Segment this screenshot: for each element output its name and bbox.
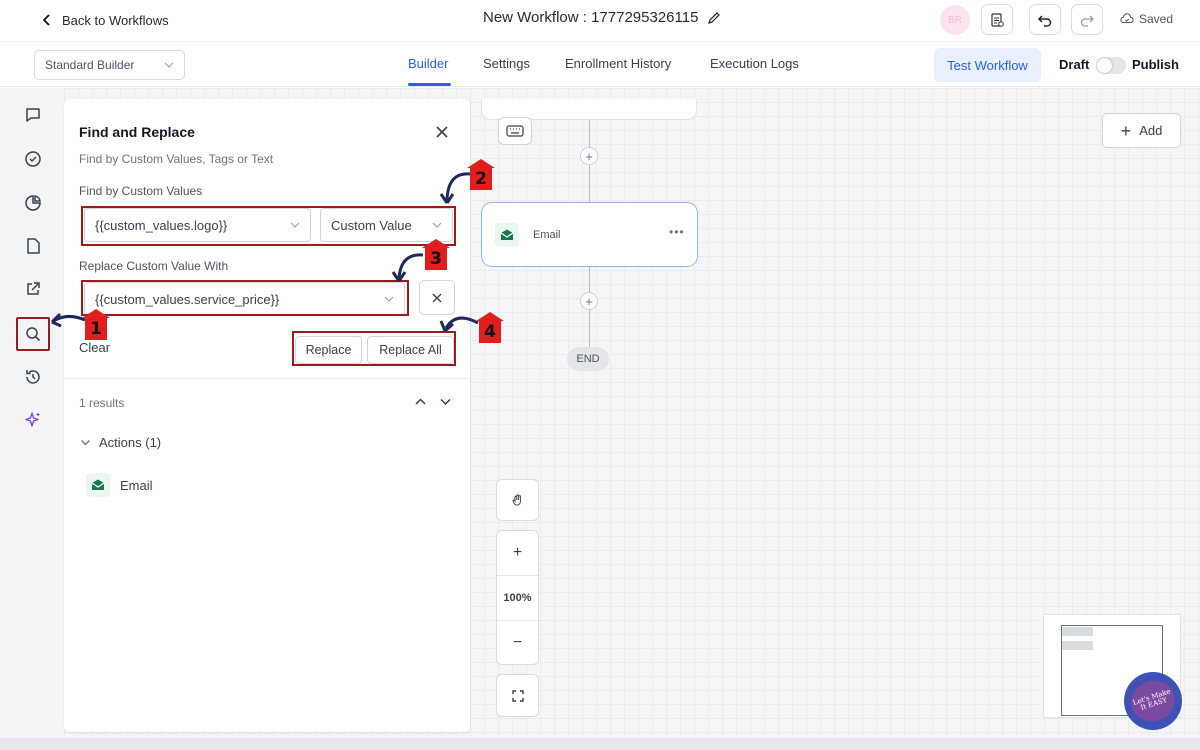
zoom-out-button[interactable]: − <box>497 621 538 665</box>
chevron-down-icon[interactable] <box>439 395 452 408</box>
cloud-check-icon <box>1120 13 1134 24</box>
chevron-left-icon <box>42 14 50 26</box>
builder-toolbar: Standard Builder Builder Settings Enroll… <box>0 43 1200 87</box>
add-step-button[interactable]: + <box>580 292 598 310</box>
zoom-controls: + 100% − <box>496 530 539 665</box>
results-count: 1 results <box>79 396 125 410</box>
keyboard-icon <box>506 125 524 137</box>
plus-icon: + <box>1120 120 1132 141</box>
pencil-icon[interactable] <box>707 11 721 25</box>
add-step-button[interactable]: + <box>580 147 598 165</box>
workflow-notes-button[interactable] <box>981 4 1013 35</box>
annotation-number-4: 4 <box>476 312 504 343</box>
chevron-up-icon[interactable] <box>414 395 427 408</box>
more-options-icon[interactable]: ••• <box>669 225 685 239</box>
result-item-email[interactable]: Email <box>86 473 153 497</box>
builder-mode-value: Standard Builder <box>45 58 135 72</box>
workflow-title-text: New Workflow : 1777295326115 <box>483 9 699 26</box>
panel-divider <box>64 378 470 379</box>
toggle-knob <box>1097 58 1112 73</box>
ai-sparkle-icon[interactable] <box>22 409 44 431</box>
avatar[interactable]: BR <box>940 5 970 35</box>
result-navigation <box>414 395 452 408</box>
fit-screen-icon <box>511 689 524 702</box>
zoom-in-button[interactable]: + <box>497 531 538 575</box>
search-icon-highlight <box>16 317 50 351</box>
check-circle-icon[interactable] <box>22 148 44 170</box>
annotation-box-replace-buttons <box>292 331 456 366</box>
test-workflow-button[interactable]: Test Workflow <box>934 48 1041 82</box>
email-node-icon <box>495 223 519 247</box>
actions-group-toggle[interactable]: Actions (1) <box>80 435 161 450</box>
keyboard-shortcut-button[interactable] <box>498 117 532 145</box>
clear-button[interactable]: Clear <box>79 340 110 355</box>
zoom-level: 100% <box>503 592 532 604</box>
fit-view-button[interactable] <box>496 674 539 717</box>
pan-hand-button[interactable] <box>496 479 539 521</box>
actions-group-label: Actions (1) <box>99 435 162 450</box>
comments-icon[interactable] <box>22 104 44 126</box>
chevron-down-icon <box>81 440 90 446</box>
tab-enrollment-history[interactable]: Enrollment History <box>565 56 671 71</box>
annotation-number-3: 3 <box>422 239 450 270</box>
panel-subtitle: Find by Custom Values, Tags or Text <box>79 152 274 166</box>
tab-execution-logs[interactable]: Execution Logs <box>710 56 799 71</box>
add-label: Add <box>1139 123 1163 138</box>
external-link-icon[interactable] <box>22 278 44 300</box>
undo-icon <box>1037 14 1052 27</box>
email-icon <box>86 473 110 497</box>
panel-title: Find and Replace <box>79 124 195 140</box>
left-rail <box>0 88 64 738</box>
replace-label: Replace Custom Value With <box>79 259 229 273</box>
history-icon[interactable] <box>22 366 44 388</box>
window-bottom-edge <box>0 738 1200 750</box>
redo-button[interactable] <box>1071 4 1103 35</box>
clear-replace-button[interactable] <box>419 280 455 315</box>
publish-toggle[interactable] <box>1096 57 1126 74</box>
undo-button[interactable] <box>1029 4 1061 35</box>
analytics-pie-icon[interactable] <box>22 192 44 214</box>
add-trigger-button[interactable]: + Add <box>1102 113 1181 148</box>
close-icon[interactable] <box>433 123 451 141</box>
annotation-box-find <box>81 206 456 246</box>
hand-icon <box>512 494 521 506</box>
workflow-title: New Workflow : 1777295326115 <box>483 9 721 26</box>
redo-icon <box>1080 15 1094 27</box>
save-status: Saved <box>1120 12 1173 26</box>
end-node: END <box>567 347 609 371</box>
annotation-box-replace <box>81 280 409 316</box>
draft-label: Draft <box>1059 57 1090 72</box>
tab-builder[interactable]: Builder <box>408 56 448 71</box>
close-icon <box>432 293 442 302</box>
active-tab-indicator <box>408 83 451 86</box>
top-bar: Back to Workflows New Workflow : 1777295… <box>0 0 1200 42</box>
publish-label: Publish <box>1132 57 1179 72</box>
watermark-logo: Let's Make It EASY <box>1124 672 1182 730</box>
watermark-heart: Let's Make It EASY <box>1125 675 1181 727</box>
back-label: Back to Workflows <box>62 12 169 28</box>
file-icon[interactable] <box>22 235 44 257</box>
document-icon <box>991 12 1004 27</box>
find-replace-panel: Find and Replace Find by Custom Values, … <box>64 99 470 732</box>
annotation-number-1: 1 <box>82 309 110 340</box>
tab-settings[interactable]: Settings <box>483 56 530 71</box>
builder-mode-select[interactable]: Standard Builder <box>34 50 185 80</box>
result-item-label: Email <box>120 477 153 493</box>
chevron-down-icon <box>164 62 174 68</box>
back-to-workflows-link[interactable]: Back to Workflows <box>40 9 169 31</box>
annotation-number-2: 2 <box>467 159 495 190</box>
find-label: Find by Custom Values <box>79 184 203 198</box>
email-node-label: Email <box>533 229 561 241</box>
email-action-node[interactable]: Email ••• <box>481 202 698 267</box>
saved-label: Saved <box>1139 12 1174 26</box>
